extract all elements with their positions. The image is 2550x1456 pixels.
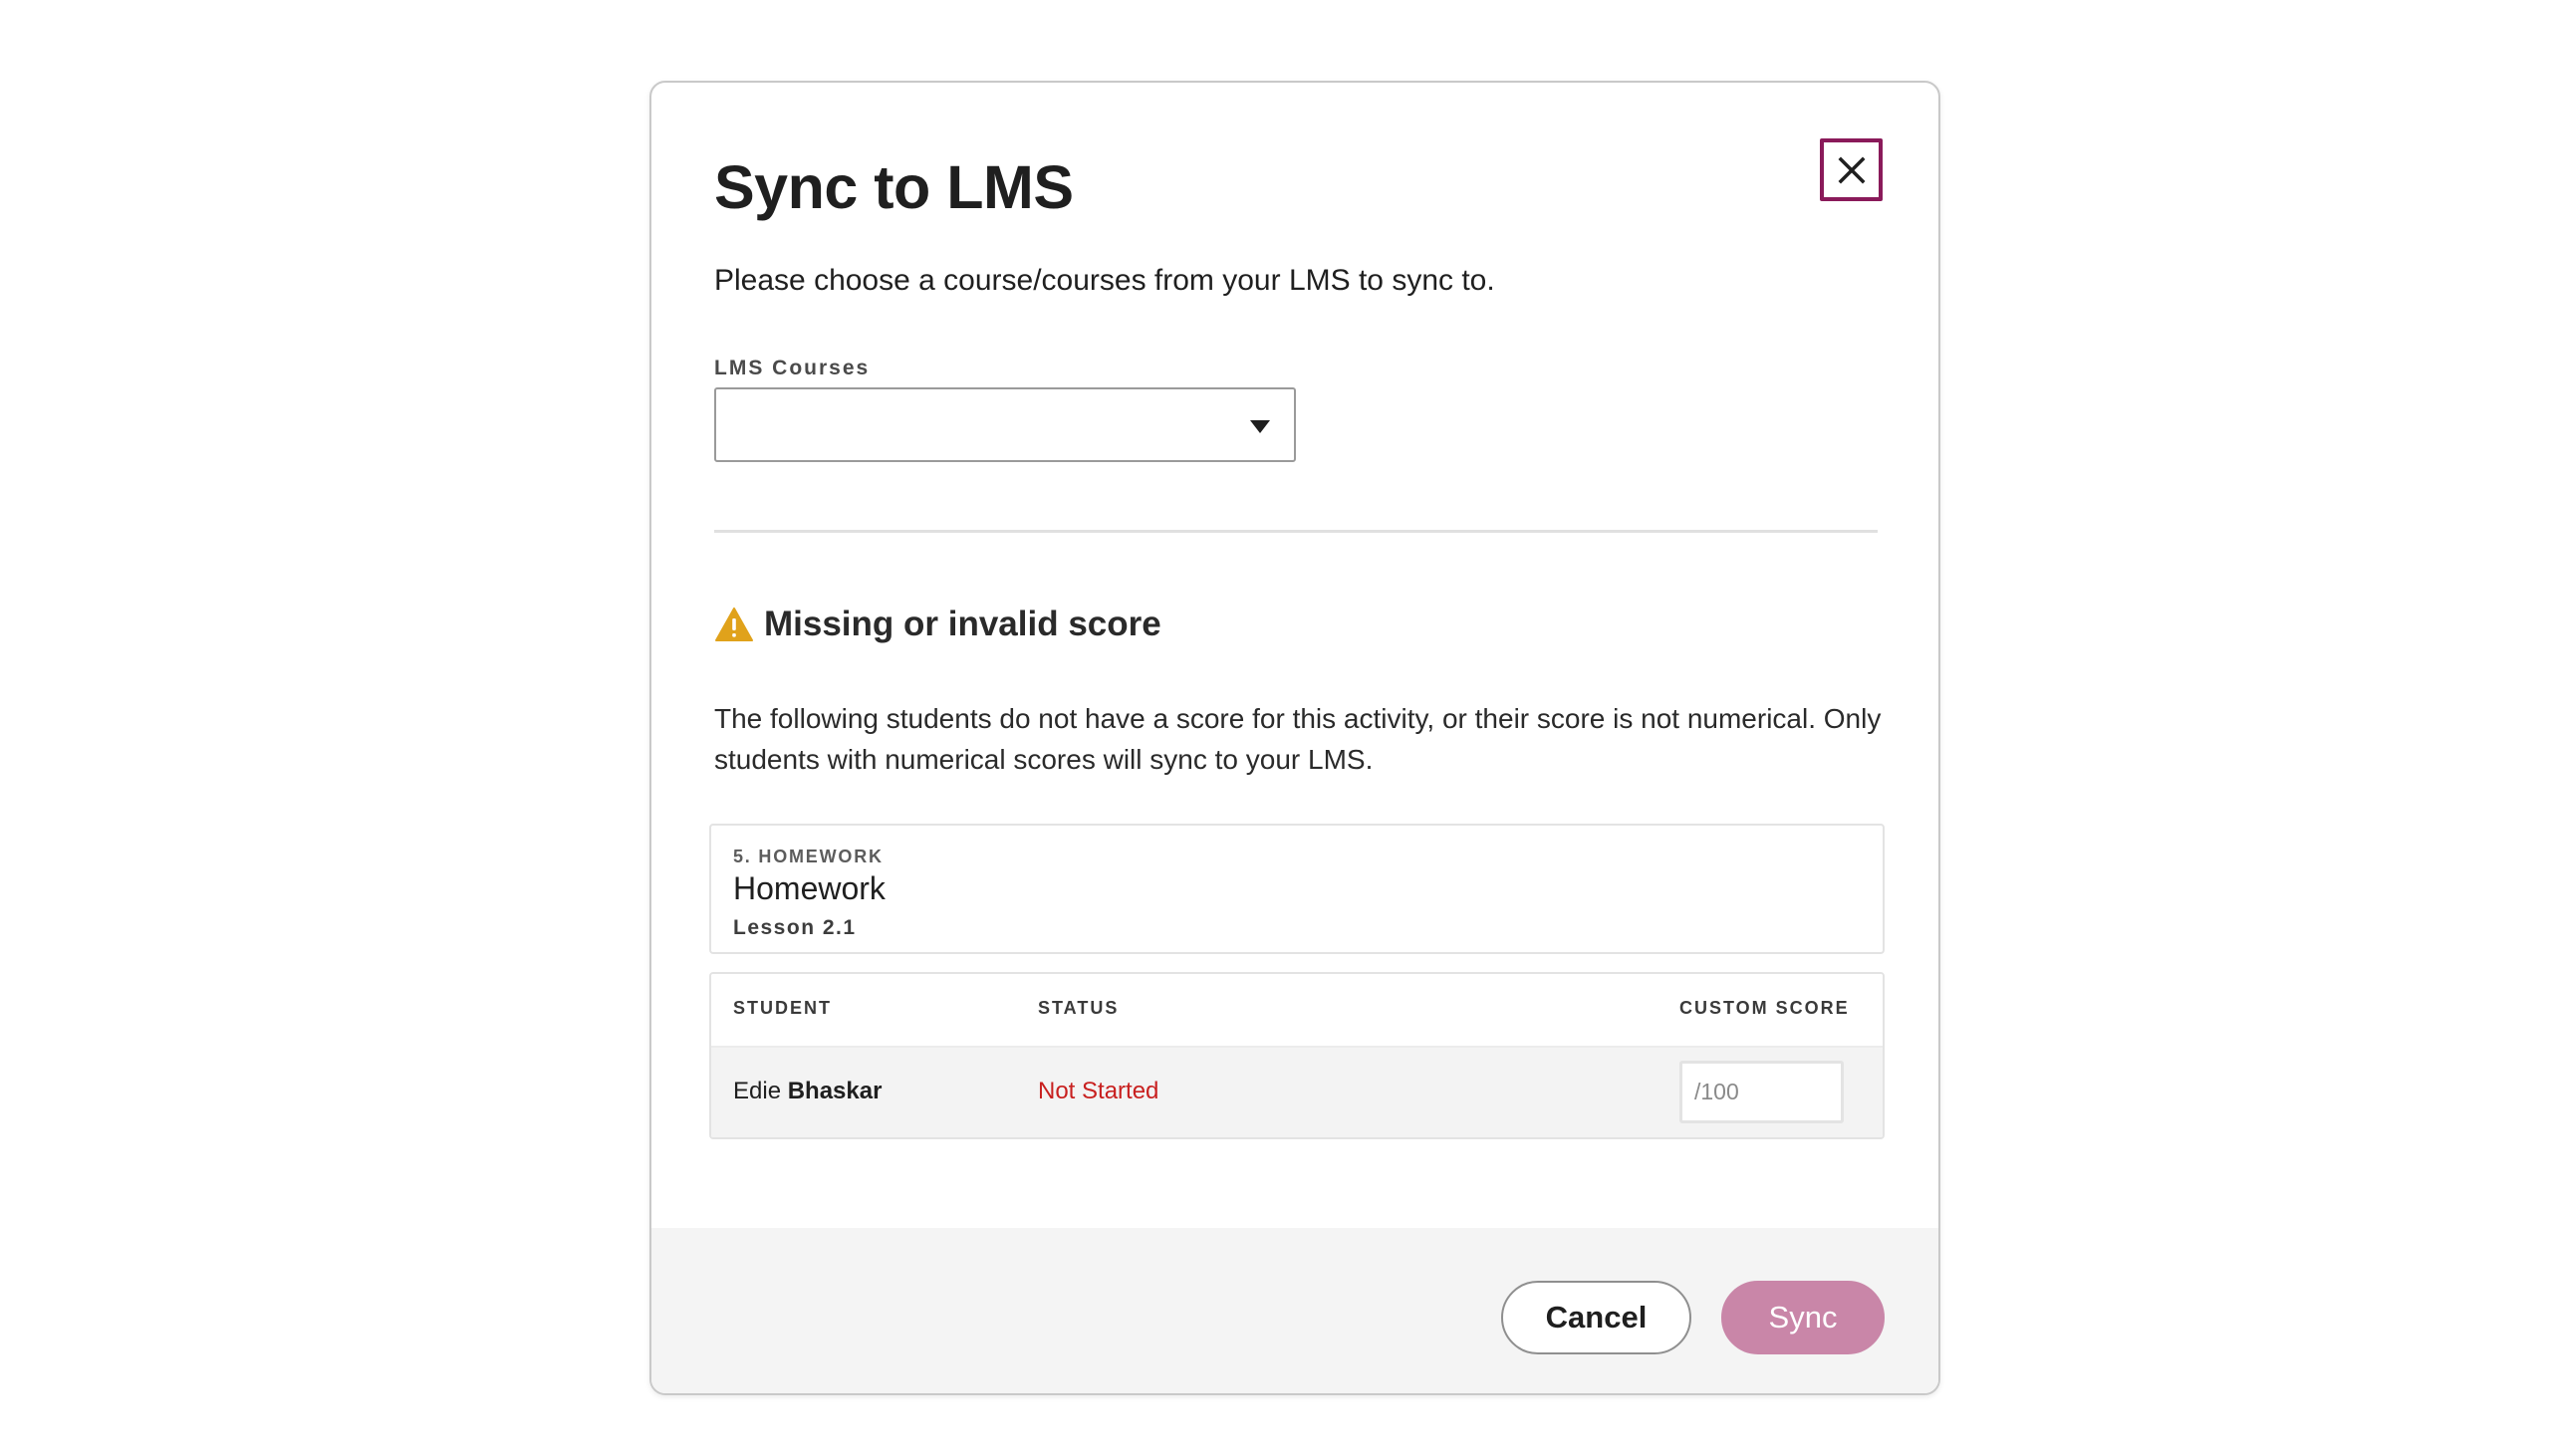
dialog-title: Sync to LMS — [714, 153, 1074, 221]
column-header-student: STUDENT — [733, 998, 832, 1018]
cancel-button[interactable]: Cancel — [1501, 1281, 1691, 1354]
chevron-down-icon — [1250, 420, 1270, 433]
status-text: Not Started — [1038, 1078, 1159, 1104]
student-name: Edie Bhaskar — [733, 1078, 882, 1105]
missing-scores-table: STUDENT STATUS CUSTOM SCORE Edie Bhaskar… — [709, 972, 1885, 1139]
warning-triangle-icon — [715, 607, 753, 641]
activity-kicker: 5. HOMEWORK — [733, 847, 884, 866]
dialog-footer: Cancel Sync — [651, 1228, 1938, 1393]
dialog-subtitle: Please choose a course/courses from your… — [714, 264, 1495, 297]
activity-card: 5. HOMEWORK Homework Lesson 2.1 — [709, 824, 1885, 954]
warning-header: Missing or invalid score — [714, 605, 1161, 644]
close-icon — [1838, 156, 1865, 183]
table-row: Edie Bhaskar Not Started — [711, 1046, 1883, 1137]
sync-to-lms-dialog: Sync to LMS Please choose a course/cours… — [649, 81, 1940, 1395]
section-divider — [714, 530, 1878, 533]
dialog-body: Sync to LMS Please choose a course/cours… — [651, 83, 1938, 1228]
lms-courses-label: LMS Courses — [714, 357, 871, 379]
sync-button[interactable]: Sync — [1721, 1281, 1885, 1354]
warning-description: The following students do not have a sco… — [714, 703, 1882, 775]
student-first-name: Edie — [733, 1078, 782, 1104]
close-button[interactable] — [1820, 138, 1883, 201]
student-last-name: Bhaskar — [787, 1078, 883, 1104]
warning-title: Missing or invalid score — [764, 605, 1161, 643]
lms-courses-select[interactable] — [714, 387, 1296, 462]
activity-name: Homework — [733, 870, 886, 906]
activity-lesson: Lesson 2.1 — [733, 916, 857, 939]
table-header: STUDENT STATUS CUSTOM SCORE — [711, 974, 1883, 1046]
custom-score-input[interactable] — [1679, 1061, 1844, 1123]
column-header-status: STATUS — [1038, 998, 1120, 1018]
column-header-custom-score: CUSTOM SCORE — [1679, 998, 1850, 1018]
